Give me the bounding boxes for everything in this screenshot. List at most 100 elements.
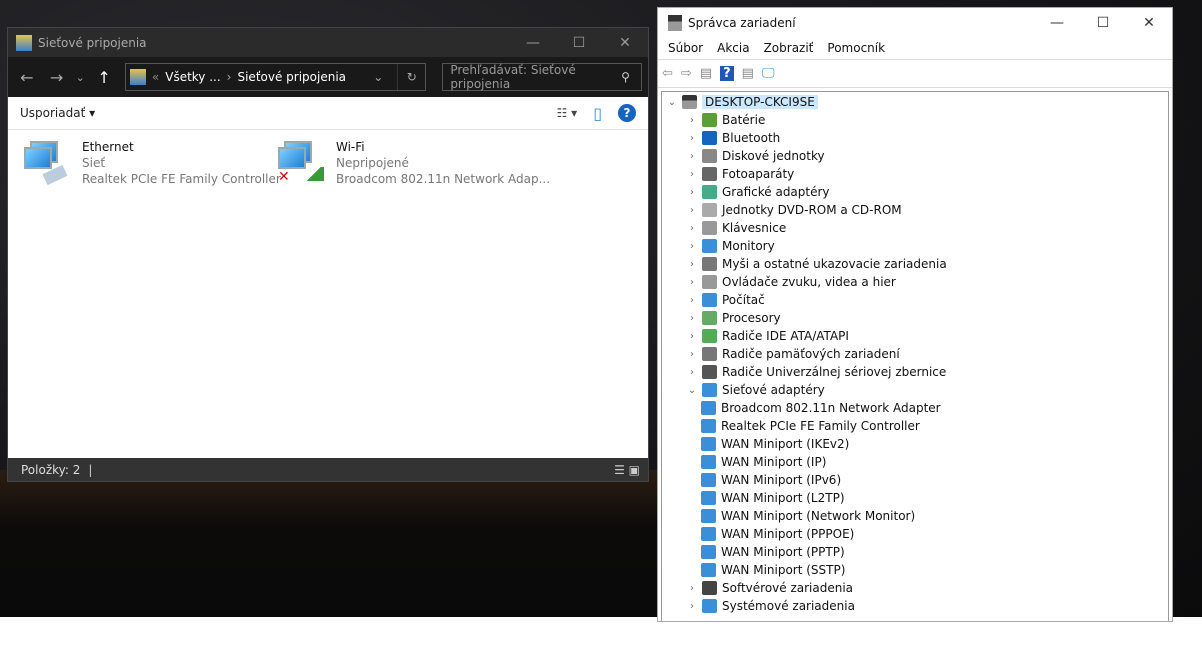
device-icon <box>702 329 717 343</box>
device-item[interactable]: WAN Miniport (IKEv2) <box>662 435 1168 453</box>
device-item[interactable]: Realtek PCIe FE Family Controller <box>662 417 1168 435</box>
expand-chevron-icon[interactable]: › <box>682 169 702 180</box>
expand-chevron-icon[interactable]: › <box>682 241 702 252</box>
minimize-button[interactable]: — <box>510 35 556 51</box>
device-item[interactable]: WAN Miniport (Network Monitor) <box>662 507 1168 525</box>
device-item[interactable]: WAN Miniport (L2TP) <box>662 489 1168 507</box>
help-button[interactable]: ? <box>618 104 636 122</box>
device-item[interactable]: WAN Miniport (IP) <box>662 453 1168 471</box>
preview-pane-button[interactable]: ▯ <box>593 104 602 123</box>
device-item[interactable]: WAN Miniport (PPTP) <box>662 543 1168 561</box>
device-category[interactable]: › Grafické adaptéry <box>662 183 1168 201</box>
device-icon <box>701 473 716 487</box>
device-item[interactable]: WAN Miniport (SSTP) <box>662 561 1168 579</box>
device-icon <box>702 365 717 379</box>
device-category[interactable]: › Jednotky DVD-ROM a CD-ROM <box>662 201 1168 219</box>
scan-hardware-icon[interactable]: 🖵 <box>762 66 775 81</box>
expand-chevron-icon[interactable]: › <box>682 133 702 144</box>
expand-chevron-icon[interactable]: › <box>682 583 702 594</box>
device-category[interactable]: › Klávesnice <box>662 219 1168 237</box>
title-bar[interactable]: Sieťové pripojenia — ☐ ✕ <box>8 28 648 57</box>
device-category[interactable]: › Radiče IDE ATA/ATAPI <box>662 327 1168 345</box>
close-button[interactable]: ✕ <box>1126 15 1172 31</box>
connection-ethernet[interactable]: Ethernet Sieť Realtek PCIe FE Family Contr… <box>24 139 281 187</box>
refresh-button[interactable]: ↻ <box>397 64 425 90</box>
expand-chevron-icon[interactable]: › <box>682 313 702 324</box>
expand-chevron-icon[interactable]: › <box>682 277 702 288</box>
device-category[interactable]: › Bluetooth <box>662 129 1168 147</box>
breadcrumb-current[interactable]: Sieťové pripojenia <box>237 70 346 84</box>
expand-chevron-icon[interactable]: › <box>682 295 702 306</box>
expand-chevron-icon[interactable]: › <box>682 151 702 162</box>
device-category[interactable]: › Softvérové zariadenia <box>662 579 1168 597</box>
device-category[interactable]: › Systémové zariadenia <box>662 597 1168 615</box>
device-category[interactable]: › Monitory <box>662 237 1168 255</box>
device-icon <box>702 599 717 613</box>
device-icon <box>702 185 717 199</box>
search-input[interactable]: Prehľadávať: Sieťové pripojenia ⚲ <box>442 63 642 91</box>
device-category[interactable]: › Myši a ostatné ukazovacie zariadenia <box>662 255 1168 273</box>
connection-wifi[interactable]: ✕ Wi-Fi Nepripojené Broadcom 802.11n Netwo… <box>278 139 550 187</box>
maximize-button[interactable]: ☐ <box>1080 15 1126 31</box>
address-dropdown[interactable]: ⌄ <box>365 70 391 84</box>
menu-view[interactable]: Zobraziť <box>764 41 814 55</box>
up-button[interactable]: ↑ <box>91 68 117 87</box>
view-toggle-icons[interactable]: ☰ ▣ <box>614 463 640 477</box>
back-button[interactable]: ← <box>14 68 40 87</box>
minimize-button[interactable]: — <box>1034 15 1080 31</box>
window-title: Správca zariadení <box>688 15 796 30</box>
maximize-button[interactable]: ☐ <box>556 35 602 51</box>
menu-help[interactable]: Pomocník <box>827 41 885 55</box>
organize-menu[interactable]: Usporiadať ▾ <box>20 106 95 120</box>
expand-chevron-icon[interactable]: › <box>682 187 702 198</box>
device-label: Batérie <box>722 113 766 127</box>
forward-button[interactable]: → <box>44 68 70 87</box>
expand-chevron-icon[interactable]: › <box>682 367 702 378</box>
collapse-chevron-icon[interactable]: ⌄ <box>682 385 702 396</box>
device-item[interactable]: Broadcom 802.11n Network Adapter <box>662 399 1168 417</box>
collapse-chevron-icon[interactable]: ⌄ <box>662 97 682 108</box>
device-category[interactable]: › Batérie <box>662 111 1168 129</box>
device-category[interactable]: › Fotoaparáty <box>662 165 1168 183</box>
menu-action[interactable]: Akcia <box>717 41 749 55</box>
recent-locations-button[interactable]: ⌄ <box>73 71 87 84</box>
expand-chevron-icon[interactable]: › <box>682 115 702 126</box>
help-icon[interactable]: ? <box>720 66 734 81</box>
device-icon <box>702 383 717 397</box>
expand-chevron-icon[interactable]: › <box>682 259 702 270</box>
tree-root[interactable]: ⌄ DESKTOP-CKCI9SE <box>662 93 1168 111</box>
change-view-button[interactable]: ☷ ▾ <box>557 106 578 120</box>
device-category[interactable]: › Diskové jednotky <box>662 147 1168 165</box>
device-category[interactable]: › Radiče pamäťových zariadení <box>662 345 1168 363</box>
breadcrumb-separator[interactable]: › <box>227 70 232 84</box>
expand-chevron-icon[interactable]: › <box>682 349 702 360</box>
device-category[interactable]: › Radiče Univerzálnej sériovej zbernice <box>662 363 1168 381</box>
device-category[interactable]: ⌄ Sieťové adaptéry <box>662 381 1168 399</box>
expand-chevron-icon[interactable]: › <box>682 601 702 612</box>
expand-chevron-icon[interactable]: › <box>682 223 702 234</box>
device-icon <box>702 293 717 307</box>
breadcrumb-overflow[interactable]: « <box>152 70 159 84</box>
device-category[interactable]: › Procesory <box>662 309 1168 327</box>
forward-icon[interactable]: ⇨ <box>681 66 692 81</box>
network-connections-window: Sieťové pripojenia — ☐ ✕ ← → ⌄ ↑ « Všetky … <box>7 27 649 482</box>
device-category[interactable]: › Počítač <box>662 291 1168 309</box>
device-item[interactable]: WAN Miniport (PPPOE) <box>662 525 1168 543</box>
expand-chevron-icon[interactable]: › <box>682 331 702 342</box>
menu-file[interactable]: Súbor <box>668 41 703 55</box>
device-icon <box>701 401 716 415</box>
device-tree[interactable]: ⌄ DESKTOP-CKCI9SE › Batérie › Bluetooth › Disk… <box>661 91 1169 621</box>
search-icon[interactable]: ⚲ <box>621 70 641 84</box>
expand-chevron-icon[interactable]: › <box>682 205 702 216</box>
device-item[interactable]: WAN Miniport (IPv6) <box>662 471 1168 489</box>
device-category[interactable]: › Ovládače zvuku, videa a hier <box>662 273 1168 291</box>
address-bar[interactable]: « Všetky ... › Sieťové pripojenia ⌄ ↻ <box>124 63 427 91</box>
show-action-pane-icon[interactable]: ▤ <box>742 66 754 81</box>
item-count: Položky: 2 <box>21 462 81 477</box>
title-bar[interactable]: Správca zariadení — ☐ ✕ <box>658 8 1172 37</box>
show-hide-console-tree-icon[interactable]: ▤ <box>700 66 712 81</box>
back-icon[interactable]: ⇦ <box>662 66 673 81</box>
status-bar: Položky: 2 | ☰ ▣ <box>8 458 648 481</box>
breadcrumb-all[interactable]: Všetky ... <box>165 70 220 84</box>
close-button[interactable]: ✕ <box>602 35 648 51</box>
